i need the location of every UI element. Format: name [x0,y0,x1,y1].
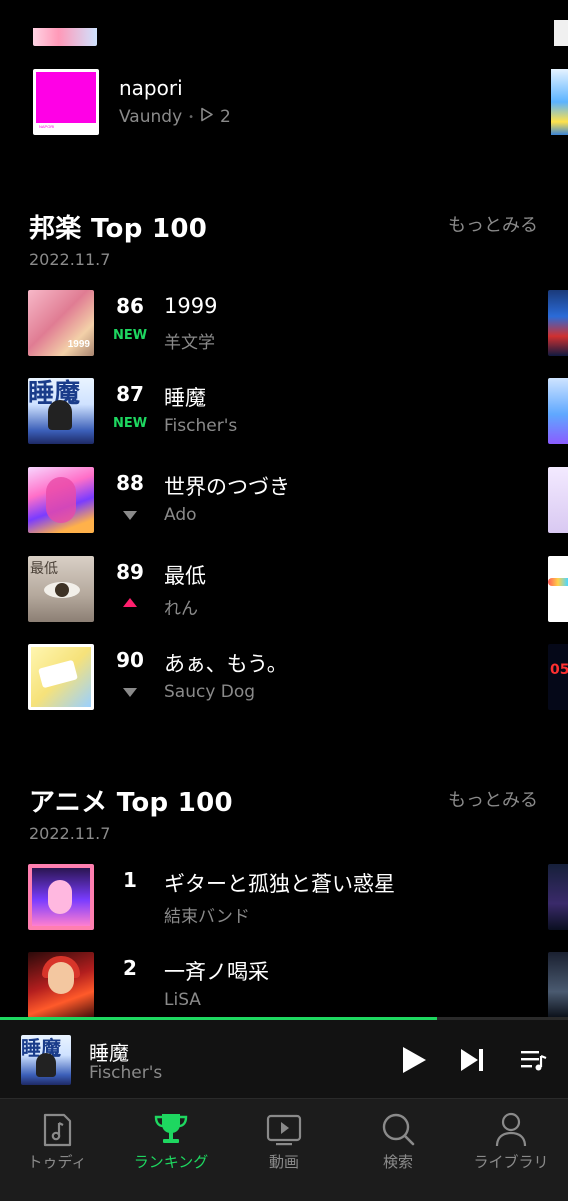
section-title: 邦楽 Top 100 [29,214,208,244]
album-art: 1999 [28,290,94,356]
album-art [28,864,94,930]
partial-right-card[interactable] [548,952,568,1018]
search-icon [382,1113,415,1146]
play-icon [403,1047,426,1073]
track-artist: れん [164,599,198,619]
tab-label: トゥディ [27,1153,87,1171]
tab-label: 動画 [268,1153,299,1171]
album-art: 睡魔 [28,378,94,444]
tab-label: 検索 [382,1153,413,1171]
ranking-row[interactable]: 2 一斉ノ喝采 LiSA [0,952,568,1018]
ranking-row[interactable]: 88 世界のつづき Ado [0,467,568,535]
now-playing-artist: Fischer's [89,1063,163,1083]
partial-right-card[interactable] [548,467,568,533]
track-title: napori [119,76,183,100]
partial-right-card[interactable] [548,556,568,622]
trophy-icon [154,1114,188,1143]
tab-label: ランキング [133,1153,209,1171]
track-title: 睡魔 [164,386,206,410]
tab-ranking[interactable]: ランキング [114,1099,228,1201]
album-art [28,952,94,1018]
album-art [28,467,94,533]
album-art [28,644,94,710]
track-artist: 羊文学 [164,333,215,353]
rank-up-icon [123,598,137,607]
rank-number: 90 [116,648,144,672]
partial-right-card[interactable]: 05 [548,644,568,710]
album-art-text: 1999 [67,339,90,350]
see-more-link[interactable]: もっとみる [448,211,538,237]
ranking-row[interactable]: 1 ギターと孤独と蒼い惑星 結束バンド [0,864,568,932]
track-artist: Fischer's [164,416,238,436]
queue-icon [521,1051,547,1071]
album-art: 最低 [28,556,94,622]
tab-video[interactable]: 動画 [227,1099,341,1201]
rank-number: 87 [116,382,144,406]
see-more-link[interactable]: もっとみる [448,786,538,812]
video-icon [266,1114,302,1146]
track-title: ギターと孤独と蒼い惑星 [164,872,395,896]
partial-right-card[interactable] [551,69,568,135]
partial-album-art[interactable] [33,28,97,46]
mini-player[interactable]: 睡魔 睡魔 Fischer's [0,1020,568,1098]
section-title: アニメ Top 100 [29,788,233,818]
track-title: 一斉ノ喝采 [164,960,269,984]
new-badge: NEW [112,328,148,343]
track-artist: Vaundy [119,107,183,127]
next-button[interactable] [456,1044,488,1076]
ranking-row[interactable]: 睡魔 87 NEW 睡魔 Fischer's [0,378,568,446]
rank-down-icon [123,688,137,697]
track-title: あぁ、もう。 [164,652,288,676]
partial-right-card[interactable] [548,864,568,930]
track-title: 1999 [164,294,218,318]
separator-dot: • [188,111,195,123]
album-art-text: 最低 [30,561,58,577]
bottom-tab-bar: トゥディ ランキング 動画 検索 ライブラリ [0,1098,568,1201]
new-badge: NEW [112,416,148,431]
skip-next-icon [461,1049,483,1071]
play-count: 2 [220,107,231,127]
partial-right-card[interactable] [548,290,568,356]
music-note-icon [43,1113,72,1147]
now-playing-title: 睡魔 [89,1041,129,1065]
track-title: 世界のつづき [164,475,290,499]
play-button[interactable] [398,1044,430,1076]
tab-library[interactable]: ライブラリ [454,1099,568,1201]
tab-search[interactable]: 検索 [341,1099,455,1201]
content-scroll[interactable]: NAPORI napori Vaundy • 2 邦楽 Top 100 もっとみ… [0,0,568,1018]
tab-label: ライブラリ [473,1153,549,1171]
section-date: 2022.11.7 [29,250,111,269]
person-icon [495,1112,527,1147]
queue-button[interactable] [518,1044,550,1076]
track-title: 最低 [164,564,206,588]
now-playing-art: 睡魔 [21,1035,71,1085]
partial-right-card[interactable] [554,20,568,46]
ranking-row[interactable]: 90 あぁ、もう。 Saucy Dog 05 [0,644,568,712]
partial-right-card[interactable] [548,378,568,444]
rank-number: 89 [116,560,144,584]
section-date: 2022.11.7 [29,824,111,843]
track-artist: Ado [164,505,197,525]
rank-number: 88 [116,471,144,495]
rank-number: 2 [123,956,137,980]
play-count-icon [200,107,214,127]
tab-today[interactable]: トゥディ [0,1099,114,1201]
album-art-text: NAPORI [39,124,55,129]
ranking-row[interactable]: 最低 89 最低 れん [0,556,568,624]
ranking-row[interactable]: 1999 86 NEW 1999 羊文学 [0,290,568,358]
rank-number: 86 [116,294,144,318]
rank-down-icon [123,511,137,520]
rank-number: 1 [123,868,137,892]
track-artist: LiSA [164,990,201,1010]
album-art: NAPORI [33,69,99,135]
track-meta: Vaundy • 2 [119,107,231,127]
track-artist: Saucy Dog [164,682,256,702]
track-artist: 結束バンド [164,907,250,927]
